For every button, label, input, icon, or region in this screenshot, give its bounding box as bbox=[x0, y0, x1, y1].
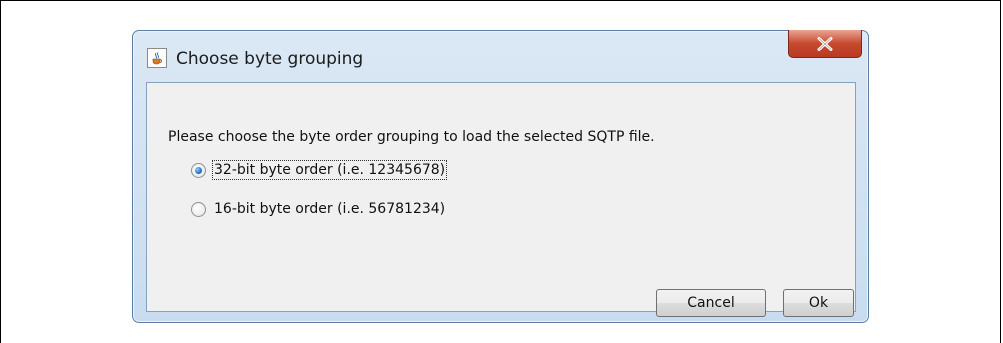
close-button[interactable] bbox=[788, 30, 862, 58]
radio-option-32bit[interactable]: 32-bit byte order (i.e. 12345678) bbox=[191, 159, 448, 181]
radio-button-16bit[interactable] bbox=[191, 201, 206, 217]
radio-label-16bit[interactable]: 16-bit byte order (i.e. 56781234) bbox=[213, 200, 446, 218]
java-cup-icon bbox=[147, 48, 167, 68]
dialog-window: Choose byte grouping Please choose the b… bbox=[132, 30, 869, 323]
radio-label-32bit[interactable]: 32-bit byte order (i.e. 12345678) bbox=[211, 160, 448, 180]
dialog-content: Please choose the byte order grouping to… bbox=[146, 82, 856, 317]
prompt-text: Please choose the byte order grouping to… bbox=[168, 129, 655, 145]
dialog-title: Choose byte grouping bbox=[176, 49, 364, 69]
ok-button[interactable]: Ok bbox=[783, 289, 854, 317]
radio-option-16bit[interactable]: 16-bit byte order (i.e. 56781234) bbox=[191, 198, 446, 220]
close-icon bbox=[817, 36, 833, 51]
title-bar[interactable]: Choose byte grouping bbox=[133, 30, 868, 81]
cancel-button[interactable]: Cancel bbox=[656, 289, 766, 317]
radio-button-32bit[interactable] bbox=[191, 162, 206, 178]
